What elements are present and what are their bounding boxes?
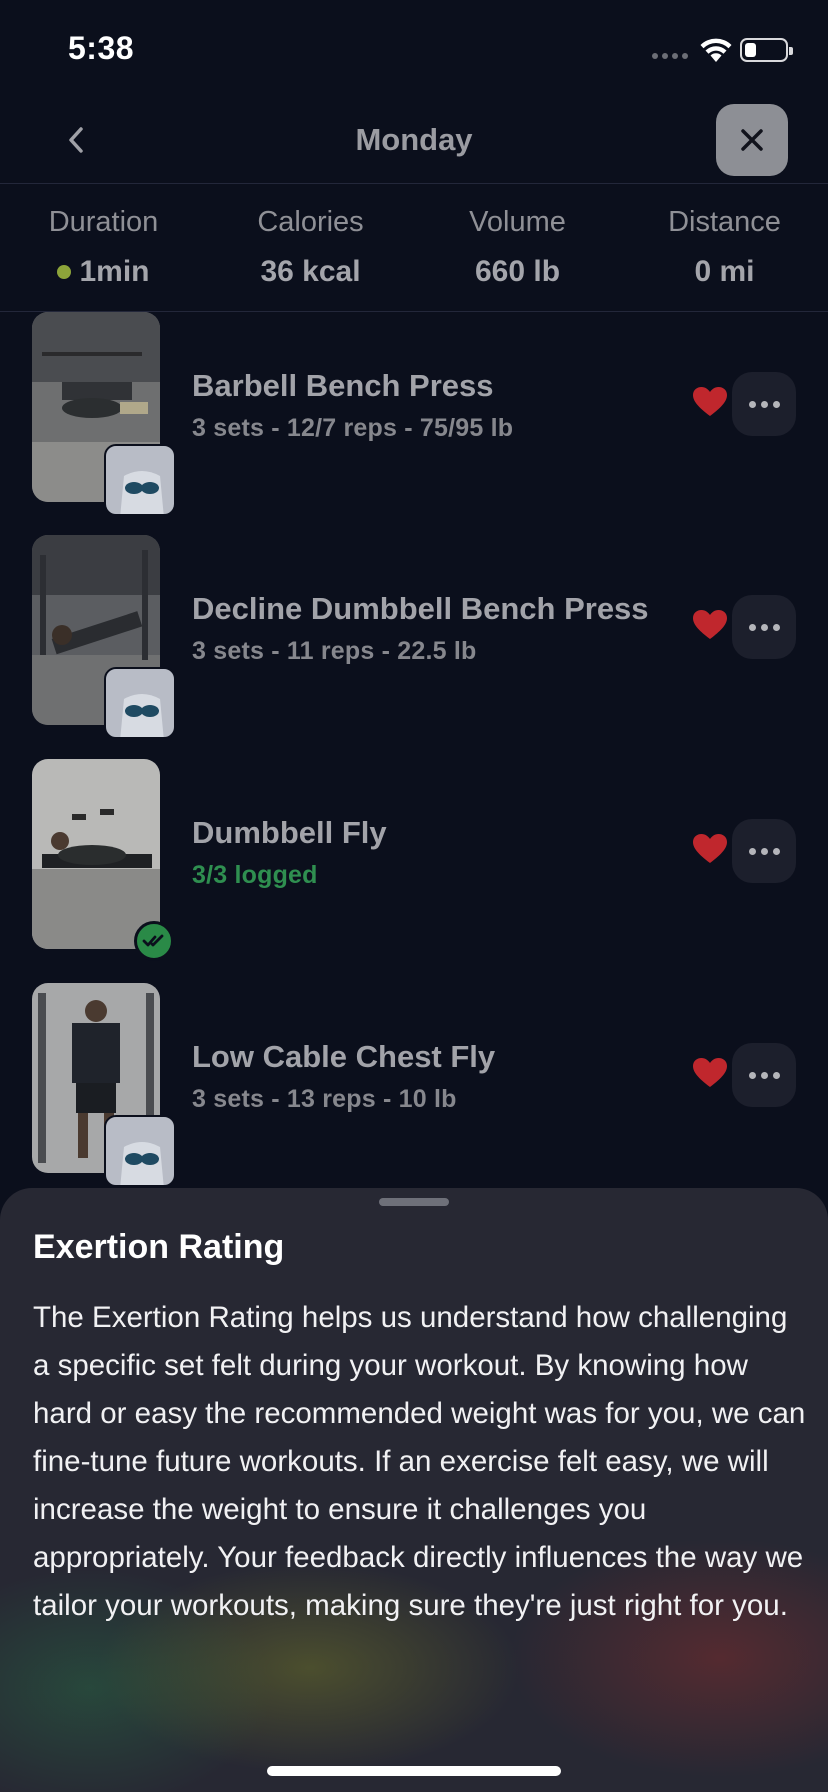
stat-calories: Calories 36 kcal	[207, 206, 414, 289]
muscle-group-icon	[104, 667, 176, 739]
stat-duration: Duration 1min	[0, 206, 207, 289]
exercise-row[interactable]: Decline Dumbbell Bench Press 3 sets - 11…	[0, 535, 828, 759]
exercise-detail: 3 sets - 12/7 reps - 75/95 lb	[192, 414, 514, 442]
stat-value: 0 mi	[694, 255, 755, 288]
heart-icon[interactable]	[692, 609, 728, 641]
exercise-detail: 3/3 logged	[192, 861, 318, 889]
stat-value: 660 lb	[474, 255, 561, 288]
more-options-button[interactable]	[732, 819, 796, 883]
status-time: 5:38	[68, 30, 135, 66]
exercise-name: Barbell Bench Press	[192, 368, 494, 403]
close-button[interactable]	[716, 104, 788, 176]
sheet-grabber[interactable]	[379, 1198, 449, 1206]
muscle-group-icon	[104, 444, 176, 516]
home-indicator[interactable]	[267, 1766, 561, 1776]
stat-value: 1min	[79, 255, 150, 288]
exertion-rating-sheet: Exertion Rating The Exertion Rating help…	[0, 1188, 828, 1792]
sheet-title: Exertion Rating	[33, 1228, 285, 1266]
stat-label: Calories	[257, 206, 364, 238]
close-icon	[741, 129, 763, 151]
exercise-row[interactable]: Barbell Bench Press 3 sets - 12/7 reps -…	[0, 312, 828, 536]
sheet-body: The Exertion Rating helps us understand …	[33, 1301, 806, 1622]
muscle-group-icon	[104, 1115, 176, 1187]
heart-icon[interactable]	[692, 1057, 728, 1089]
stat-distance: Distance 0 mi	[621, 206, 828, 289]
stat-label: Volume	[469, 206, 566, 238]
heart-icon[interactable]	[692, 386, 728, 418]
more-options-button[interactable]	[732, 595, 796, 659]
stat-label: Duration	[48, 206, 159, 238]
exercise-thumbnail	[32, 759, 160, 949]
battery-icon	[740, 38, 793, 62]
stat-value: 36 kcal	[260, 255, 361, 288]
heart-icon[interactable]	[692, 833, 728, 865]
completed-check-icon	[134, 921, 174, 961]
more-options-button[interactable]	[732, 372, 796, 436]
exercise-row[interactable]: Dumbbell Fly 3/3 logged	[0, 759, 828, 983]
exercise-name: Low Cable Chest Fly	[192, 1039, 496, 1074]
stat-label: Distance	[668, 206, 781, 238]
wifi-icon	[700, 38, 732, 62]
nav-header: Monday	[0, 100, 828, 184]
page-title: Monday	[355, 122, 473, 157]
status-bar: 5:38	[0, 0, 828, 100]
exercise-detail: 3 sets - 13 reps - 10 lb	[192, 1085, 457, 1113]
exercise-detail: 3 sets - 11 reps - 22.5 lb	[192, 637, 477, 665]
stat-volume: Volume 660 lb	[414, 206, 621, 289]
exercise-row[interactable]: Low Cable Chest Fly 3 sets - 13 reps - 1…	[0, 983, 828, 1207]
exercise-name: Dumbbell Fly	[192, 815, 387, 850]
workout-stats: Duration 1min Calories 36 kcal Volume 66…	[0, 184, 828, 312]
status-dot-icon	[57, 265, 72, 279]
more-options-button[interactable]	[732, 1043, 796, 1107]
signal-icon	[652, 53, 688, 59]
exercise-name: Decline Dumbbell Bench Press	[192, 591, 649, 626]
